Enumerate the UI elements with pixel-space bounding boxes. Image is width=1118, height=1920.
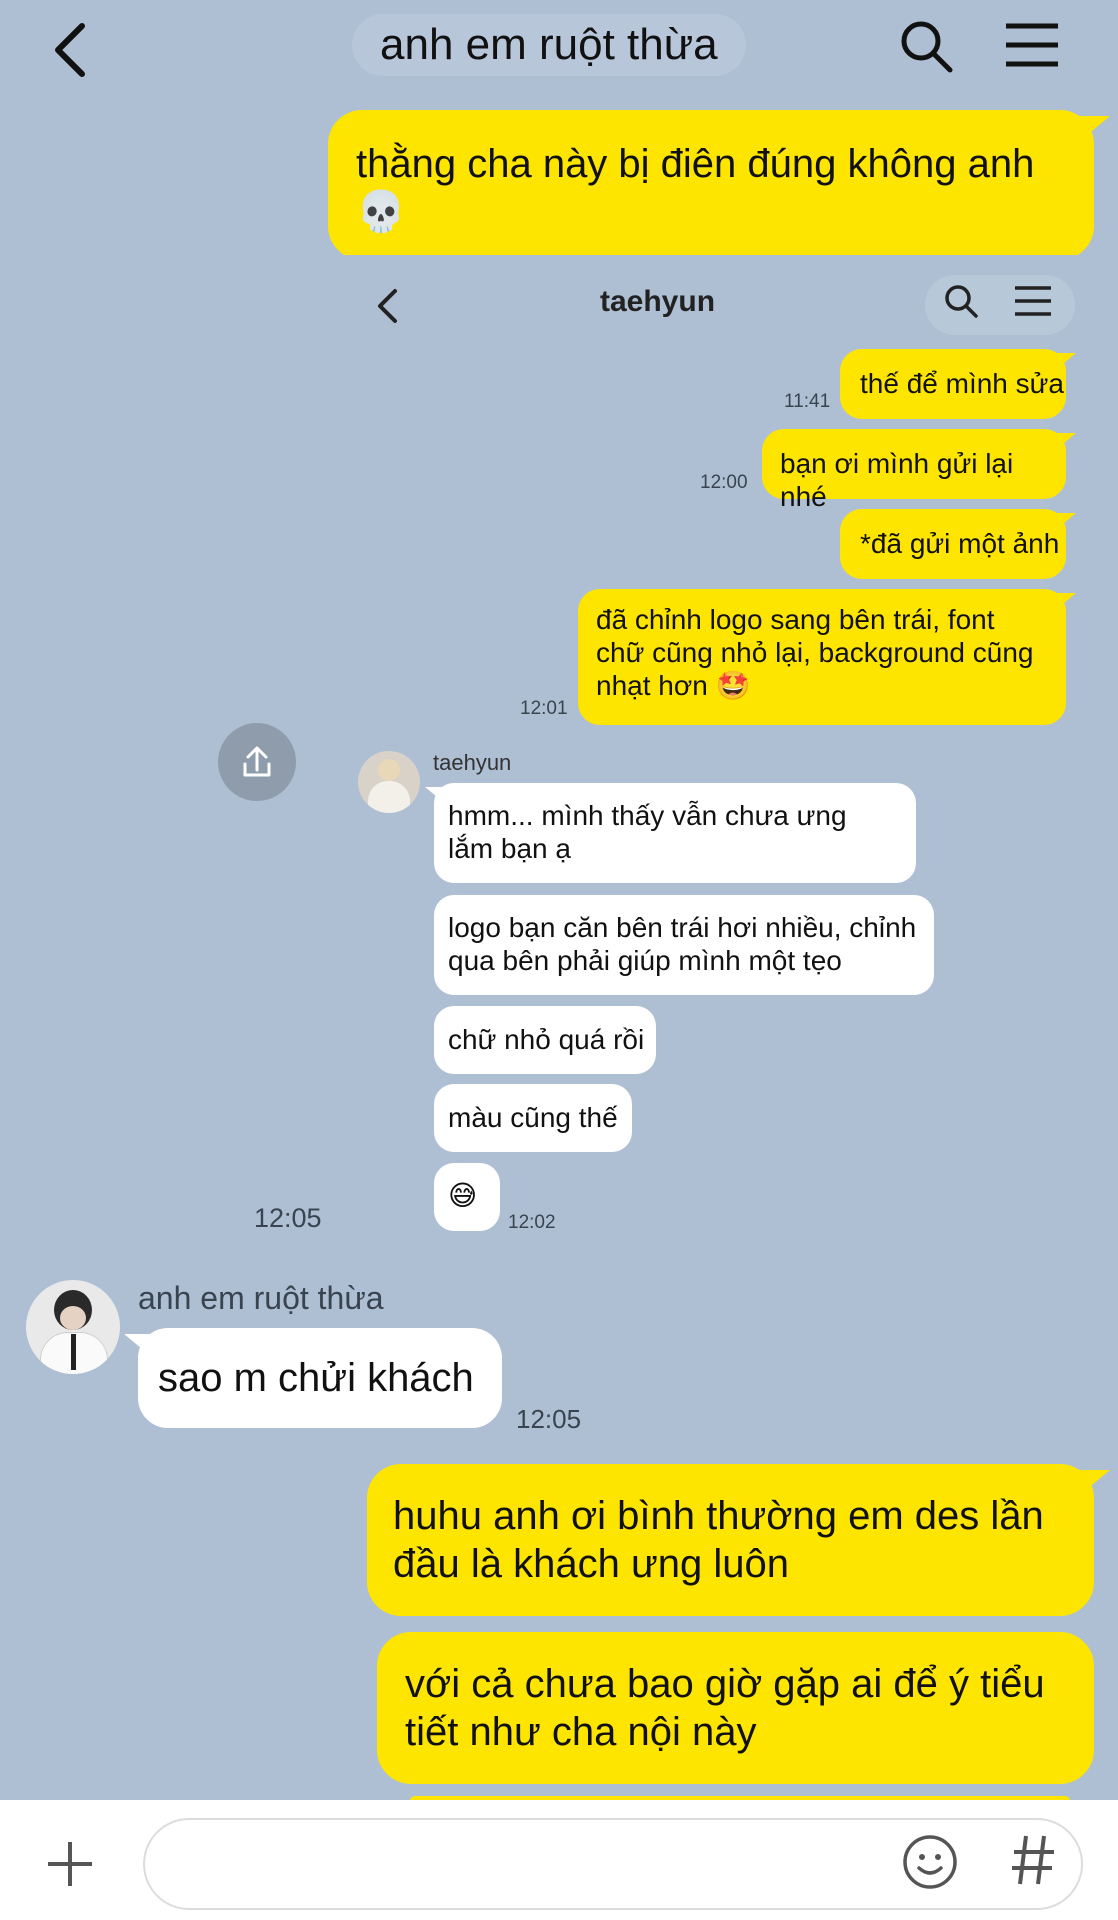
screenshot-sent-bubble: thế để mình sửa (840, 349, 1076, 419)
message-text: màu cũng thế (448, 1102, 618, 1133)
message-time: 11:41 (784, 391, 831, 412)
avatar (358, 751, 420, 813)
message-time: 12:00 (700, 472, 748, 493)
message-text: *đã gửi một ảnh (860, 528, 1060, 559)
screenshot-sent-bubble: *đã gửi một ảnh (840, 509, 1076, 579)
screenshot-sent-bubble: đã chỉnh logo sang bên trái, font chữ cũ… (578, 589, 1076, 725)
hamburger-menu-icon (1015, 286, 1051, 316)
emoji-button[interactable] (900, 1832, 960, 1892)
share-icon (243, 746, 271, 777)
sent-message-bubble[interactable]: huhu anh ơi bình thường em des lần đầu l… (367, 1464, 1110, 1616)
screenshot-received-bubble: chữ nhỏ quá rồi (434, 1006, 656, 1074)
hashtag-icon (1012, 1835, 1054, 1885)
message-text: thế để mình sửa (860, 368, 1064, 399)
screenshot-received-bubble: màu cũng thế (434, 1084, 632, 1152)
search-icon (945, 285, 978, 318)
smiley-icon (903, 1835, 957, 1889)
screenshot-received-bubble: 😅 (434, 1163, 500, 1231)
add-button[interactable] (42, 1836, 98, 1892)
received-message-bubble[interactable]: sao m chửi khách (124, 1328, 502, 1428)
message-text: huhu anh ơi bình thường em des lần đầu l… (393, 1494, 1044, 1586)
sent-message-bubble[interactable]: thằng cha này bị điên đúng không anh 💀 (328, 110, 1110, 260)
back-button[interactable] (48, 20, 98, 80)
menu-button[interactable] (1004, 22, 1060, 68)
shared-screenshot-image[interactable]: taehyun thế để mình sửa 11:41 bạn ơi mìn… (150, 255, 1100, 1240)
message-text: logo bạn căn bên trái hơi nhiều, chỉnh q… (448, 912, 917, 976)
chevron-left-icon (55, 23, 85, 77)
plus-icon (48, 1842, 92, 1886)
message-time: 12:05 (254, 1203, 322, 1233)
sender-name: anh em ruột thừa (138, 1280, 384, 1316)
message-time: 12:05 (516, 1404, 582, 1434)
message-text: chữ nhỏ quá rồi (448, 1024, 645, 1055)
message-text: đã chỉnh logo sang bên trái, font chữ cũ… (596, 604, 1034, 701)
hamburger-menu-icon (1006, 23, 1058, 67)
message-text: sao m chửi khách (158, 1356, 474, 1400)
screenshot-received-bubble: hmm... mình thấy vẫn chưa ưng lắm bạn ạ (425, 783, 916, 883)
search-button[interactable] (898, 18, 954, 74)
screenshot-sent-bubble: bạn ơi mình gửi lại nhé (762, 429, 1076, 512)
share-button (218, 723, 296, 801)
chevron-left-icon (378, 289, 397, 323)
hashtag-button[interactable] (1008, 1830, 1058, 1890)
message-text: bạn ơi mình gửi lại nhé (780, 448, 1014, 512)
chat-title: anh em ruột thừa (352, 14, 746, 76)
message-text: hmm... mình thấy vẫn chưa ưng lắm bạn ạ (448, 800, 847, 864)
message-text: với cả chưa bao giờ gặp ai để ý tiểu tiế… (405, 1662, 1045, 1754)
screenshot-chat-title: taehyun (600, 285, 716, 318)
message-text: thằng cha này bị điên đúng không anh 💀 (356, 142, 1035, 234)
avatar[interactable] (26, 1280, 120, 1374)
search-icon (901, 21, 953, 73)
message-time: 12:02 (508, 1212, 556, 1233)
screenshot-received-bubble: logo bạn căn bên trái hơi nhiều, chỉnh q… (434, 895, 934, 995)
sender-name: taehyun (433, 750, 512, 775)
message-text: 😅 (448, 1180, 478, 1211)
sent-message-bubble[interactable]: với cả chưa bao giờ gặp ai để ý tiểu tiế… (377, 1632, 1094, 1784)
message-time: 12:01 (520, 698, 568, 719)
